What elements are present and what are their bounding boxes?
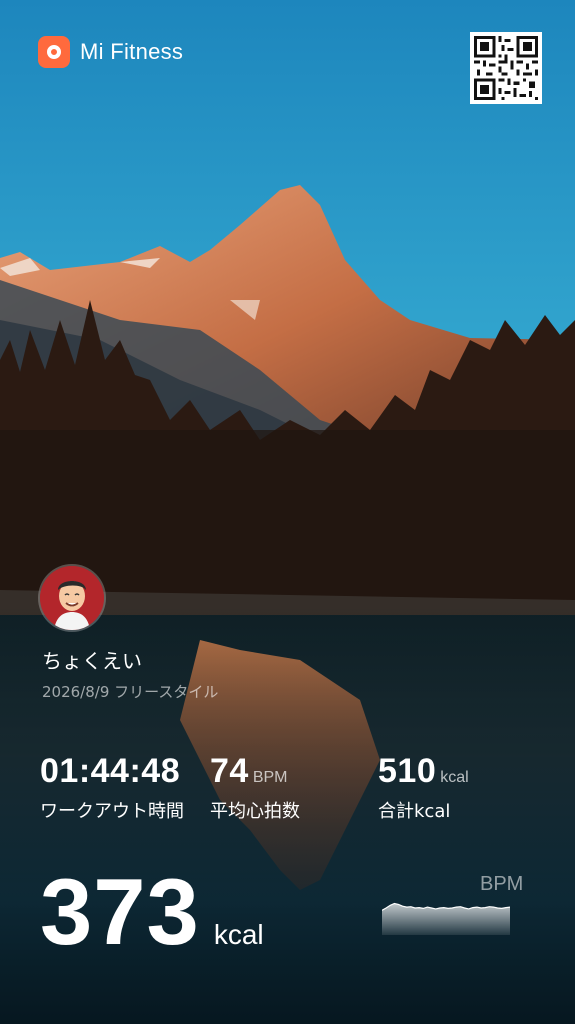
avg-heart-rate-unit: BPM xyxy=(252,769,288,786)
total-kcal-stat: 510 kcal 合計kcal xyxy=(378,752,469,823)
duration-label: ワークアウト時間 xyxy=(40,801,184,822)
cartoon-avatar-icon[interactable] xyxy=(40,566,104,630)
total-kcal-unit: kcal xyxy=(440,769,469,786)
duration-stat: 01:44:48 ワークアウト時間 xyxy=(40,752,184,823)
avg-heart-rate-value: 74 xyxy=(210,752,249,790)
heart-rate-sparkline xyxy=(382,902,510,935)
avg-heart-rate-stat: 74 BPM 平均心拍数 xyxy=(210,752,300,823)
top-bar: Mi Fitness xyxy=(0,0,575,110)
workout-date-type: 2026/8/9 フリースタイル xyxy=(42,683,219,701)
active-kcal-unit: kcal xyxy=(213,919,264,950)
qr-code-icon[interactable] xyxy=(470,32,542,104)
app-title: Mi Fitness xyxy=(80,39,184,64)
active-kcal: 373 kcal xyxy=(40,865,264,959)
duration-value: 01:44:48 xyxy=(40,752,181,790)
user-name: ちょくえい xyxy=(42,649,142,673)
mi-fitness-logo-icon xyxy=(38,36,70,68)
app-brand: Mi Fitness xyxy=(38,36,183,68)
total-kcal-label: 合計kcal xyxy=(378,801,451,822)
heart-rate-chart-label: BPM xyxy=(480,873,524,895)
active-kcal-value: 373 xyxy=(40,859,200,964)
total-kcal-value: 510 xyxy=(378,752,437,790)
avg-heart-rate-label: 平均心拍数 xyxy=(210,801,300,822)
